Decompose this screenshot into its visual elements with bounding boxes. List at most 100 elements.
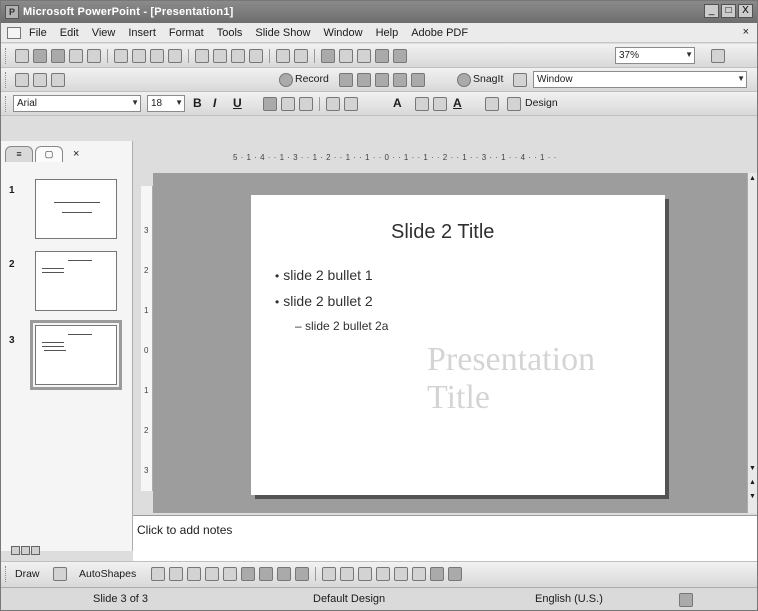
toolbar-grip[interactable]: [5, 96, 8, 112]
italic-button[interactable]: I: [213, 96, 216, 110]
menu-file[interactable]: File: [29, 27, 47, 39]
align-right-icon[interactable]: [299, 97, 313, 111]
snagit-window-icon[interactable]: [513, 73, 527, 87]
record-icon[interactable]: [279, 73, 293, 87]
decrease-indent-icon[interactable]: [415, 97, 429, 111]
slide-sorter-view-icon[interactable]: [21, 546, 30, 555]
notes-pane[interactable]: Click to add notes: [133, 515, 757, 561]
toolbar-grip[interactable]: [5, 566, 8, 582]
sub-bullet-text[interactable]: – slide 2 bullet 2a: [295, 319, 388, 333]
insert-chart-icon[interactable]: [321, 49, 335, 63]
vertical-ruler[interactable]: 3 2 1 0 1 2 3: [141, 186, 153, 491]
record-label[interactable]: Record: [295, 73, 329, 85]
menu-edit[interactable]: Edit: [60, 27, 79, 39]
close-window-button[interactable]: X: [738, 4, 753, 18]
draw-menu-button[interactable]: Draw: [15, 568, 40, 580]
minimize-button[interactable]: _: [704, 4, 719, 18]
clip-art-icon[interactable]: [277, 567, 291, 581]
settings-icon[interactable]: [393, 73, 407, 87]
save-icon[interactable]: [51, 49, 65, 63]
format-painter-icon[interactable]: [249, 49, 263, 63]
publish-icon[interactable]: [375, 73, 389, 87]
close-panel-icon[interactable]: ×: [73, 148, 79, 160]
bullet-item[interactable]: • slide 2 bullet 1: [275, 267, 373, 283]
restore-button[interactable]: □: [721, 4, 736, 18]
wordart-icon[interactable]: [241, 567, 255, 581]
next-icon[interactable]: [33, 73, 47, 87]
info-icon[interactable]: [411, 73, 425, 87]
font-color-icon[interactable]: [358, 567, 372, 581]
insert-table-icon[interactable]: [339, 49, 353, 63]
slide-title[interactable]: Slide 2 Title: [391, 221, 494, 244]
menu-help[interactable]: Help: [376, 27, 399, 39]
slide-thumbnail-1[interactable]: [35, 179, 117, 239]
menu-tools[interactable]: Tools: [217, 27, 243, 39]
camera-icon[interactable]: [339, 73, 353, 87]
increase-font-size-button[interactable]: A: [393, 96, 402, 110]
research-icon[interactable]: [168, 49, 182, 63]
new-icon[interactable]: [15, 49, 29, 63]
bullets-icon[interactable]: [344, 97, 358, 111]
align-center-icon[interactable]: [281, 97, 295, 111]
autoshapes-button[interactable]: AutoShapes: [79, 568, 136, 580]
picture-icon[interactable]: [295, 567, 309, 581]
redo-icon[interactable]: [294, 49, 308, 63]
menu-format[interactable]: Format: [169, 27, 204, 39]
print-icon[interactable]: [114, 49, 128, 63]
document-icon[interactable]: [7, 26, 21, 39]
outline-tab[interactable]: ≡: [5, 146, 33, 162]
oval-icon[interactable]: [205, 567, 219, 581]
current-slide[interactable]: Presentation Title Slide 2 Title • slide …: [251, 195, 665, 495]
3d-style-icon[interactable]: [448, 567, 462, 581]
font-select[interactable]: Arial ▼: [13, 95, 141, 112]
spelling-status-icon[interactable]: [679, 593, 693, 607]
line-color-icon[interactable]: [340, 567, 354, 581]
bullet-item[interactable]: • slide 2 bullet 2: [275, 293, 373, 309]
snagit-icon[interactable]: [457, 73, 471, 87]
capture-icon[interactable]: [357, 73, 371, 87]
vertical-scrollbar[interactable]: ▲ ▼ ▲ ▼: [747, 173, 757, 513]
open-icon[interactable]: [33, 49, 47, 63]
slides-tab[interactable]: ▢: [35, 146, 63, 162]
slide-thumbnail-2[interactable]: [35, 251, 117, 311]
powerpoint-app-icon[interactable]: P: [5, 5, 19, 19]
line-style-icon[interactable]: [376, 567, 390, 581]
toolbar-grip[interactable]: [5, 48, 8, 64]
select-objects-icon[interactable]: [53, 567, 67, 581]
slide-show-view-icon[interactable]: [31, 546, 40, 555]
font-size-select[interactable]: 18 ▼: [147, 95, 185, 112]
print-preview-icon[interactable]: [132, 49, 146, 63]
slide-thumbnail-3[interactable]: [30, 320, 122, 390]
tables-borders-icon[interactable]: [357, 49, 371, 63]
menu-adobe-pdf[interactable]: Adobe PDF: [411, 27, 468, 39]
slide-layout-icon[interactable]: [485, 97, 499, 111]
paste-icon[interactable]: [231, 49, 245, 63]
numbering-icon[interactable]: [326, 97, 340, 111]
diagram-icon[interactable]: [259, 567, 273, 581]
snagit-profile-select[interactable]: Window ▼: [533, 71, 747, 88]
color-grayscale-icon[interactable]: [393, 49, 407, 63]
scroll-down-icon[interactable]: ▼: [749, 465, 756, 472]
design-icon[interactable]: [507, 97, 521, 111]
line-icon[interactable]: [151, 567, 165, 581]
arrow-style-icon[interactable]: [412, 567, 426, 581]
email-icon[interactable]: [87, 49, 101, 63]
notes-placeholder[interactable]: Click to add notes: [137, 523, 232, 537]
arrow-icon[interactable]: [169, 567, 183, 581]
insert-comment-icon[interactable]: [51, 73, 65, 87]
menu-insert[interactable]: Insert: [128, 27, 156, 39]
zoom-select[interactable]: 37% ▼: [615, 47, 695, 64]
font-color-button[interactable]: A: [453, 96, 462, 110]
snagit-label[interactable]: SnagIt: [473, 73, 503, 85]
previous-icon[interactable]: [15, 73, 29, 87]
undo-icon[interactable]: [276, 49, 290, 63]
text-box-icon[interactable]: [223, 567, 237, 581]
horizontal-ruler[interactable]: 5 · 1 · 4 · · 1 · 3 · · 1 · 2 · · 1 · · …: [233, 153, 653, 165]
shadow-style-icon[interactable]: [430, 567, 444, 581]
increase-indent-icon[interactable]: [433, 97, 447, 111]
design-button[interactable]: Design: [525, 97, 558, 109]
toolbar-grip[interactable]: [5, 72, 8, 88]
normal-view-icon[interactable]: [11, 546, 20, 555]
grid-icon[interactable]: [375, 49, 389, 63]
menu-window[interactable]: Window: [323, 27, 362, 39]
